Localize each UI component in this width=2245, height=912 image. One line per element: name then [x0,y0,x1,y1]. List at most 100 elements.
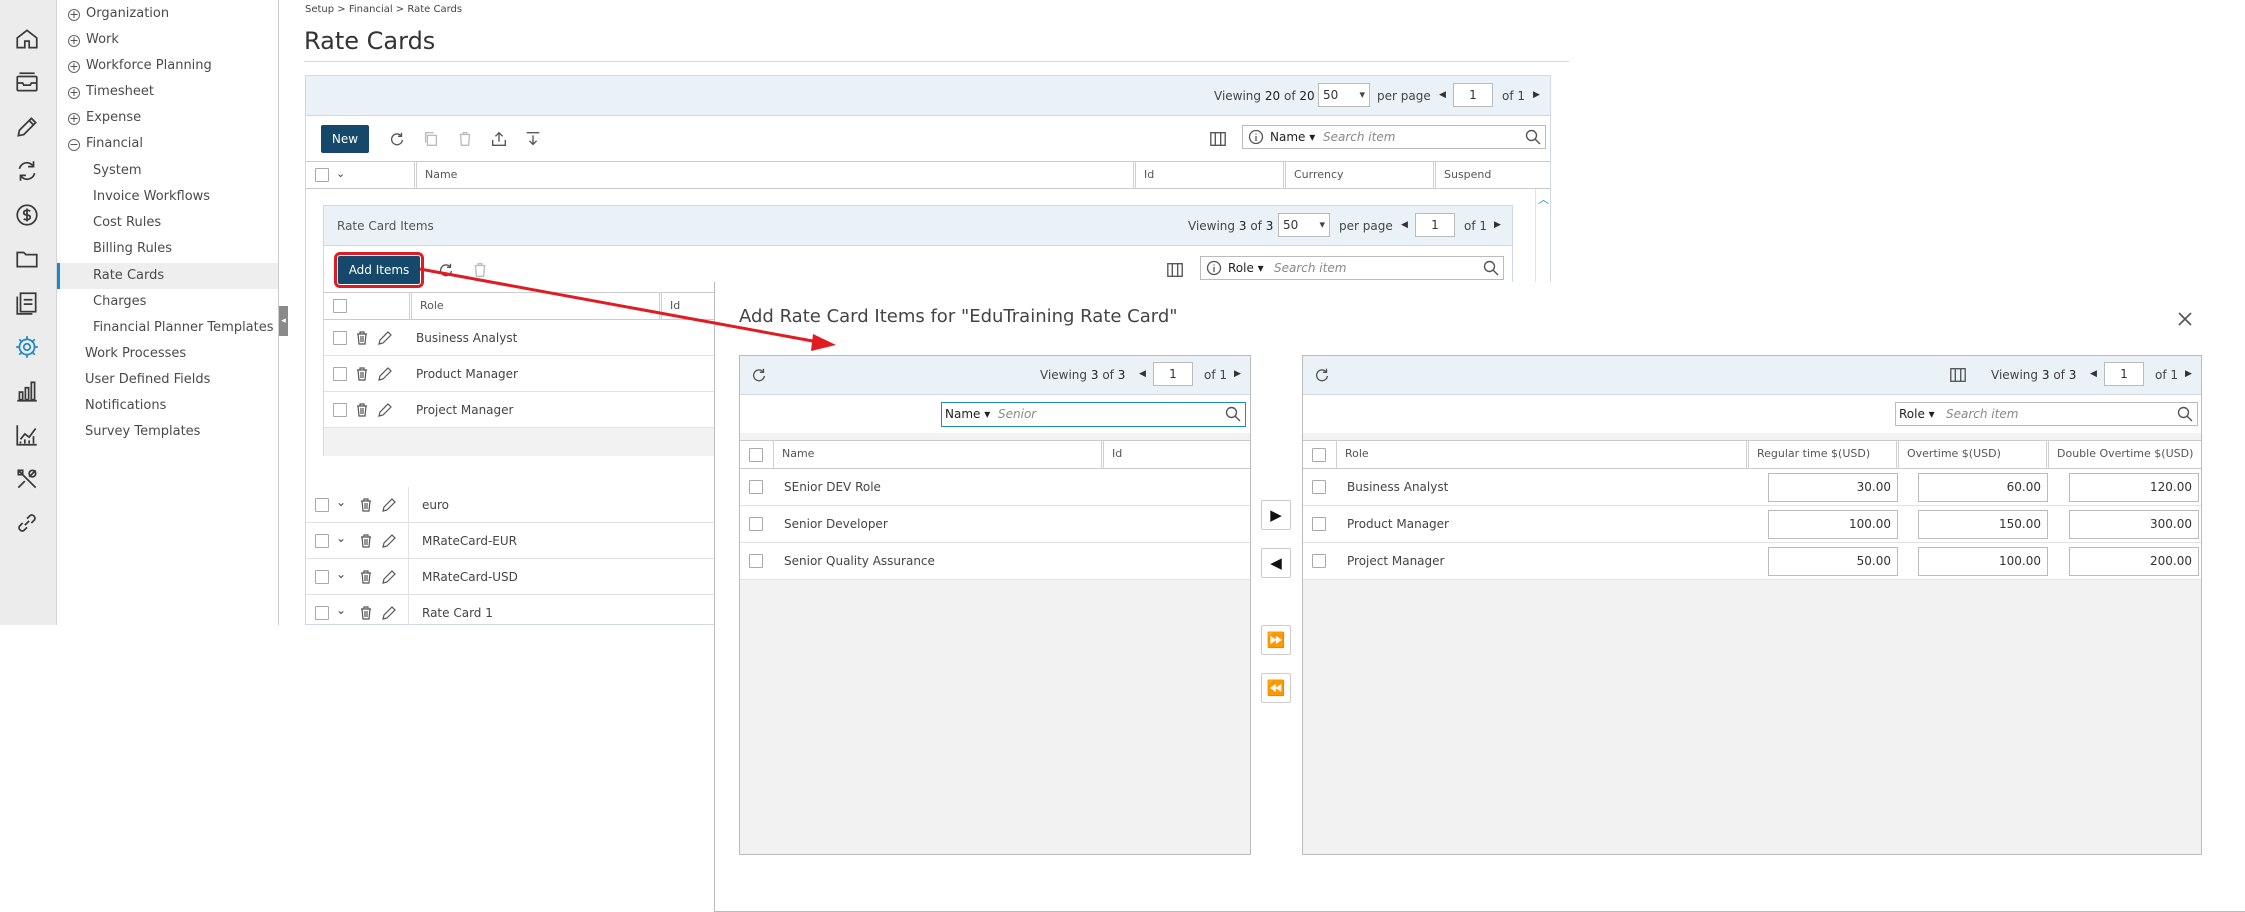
line-chart-icon[interactable] [14,422,40,448]
trash-icon[interactable] [354,330,370,346]
move-all-left-button[interactable]: ⏪ [1261,673,1291,703]
trash-icon[interactable] [354,366,370,382]
delete-icon[interactable] [456,130,474,148]
folder-icon[interactable] [14,246,40,272]
per-page-select[interactable]: 50 [1318,83,1370,107]
selected-search[interactable]: Role ▾ Search item [1895,402,2198,426]
row-checkbox[interactable] [1312,517,1326,531]
nav-item-invoice-workflows[interactable]: Invoice Workflows [93,189,210,204]
col-name[interactable]: Name [773,441,1131,468]
move-right-button[interactable]: ▶ [1261,500,1291,530]
row-checkbox[interactable] [1312,554,1326,568]
next-page-icon[interactable]: ▶ [1494,220,1501,230]
next-page-icon[interactable]: ▶ [2185,369,2192,379]
subgrid-search[interactable]: Role ▾ Search item [1200,256,1504,280]
table-row[interactable]: ⌄ MRateCard-USD [306,559,716,595]
search-icon[interactable] [1483,260,1499,276]
nav-group-work[interactable]: + Work [68,32,119,47]
chevron-down-icon[interactable]: ⌄ [336,531,346,545]
checklist-icon[interactable] [14,290,40,316]
col-name[interactable]: Name [414,162,1133,188]
collapse-nav-handle[interactable]: ◂ [279,306,288,336]
next-page-icon[interactable]: ▶ [1234,369,1241,379]
col-role[interactable]: Role [409,293,659,319]
available-search[interactable]: Name ▾ Senior [941,402,1246,427]
delete-icon[interactable] [471,261,489,279]
col-double-overtime[interactable]: Double Overtime $(USD) [2046,441,2201,468]
page-input[interactable]: 1 [1415,213,1455,237]
nav-item-cost-rules[interactable]: Cost Rules [93,215,161,230]
pencil-icon[interactable] [14,114,40,140]
row-checkbox[interactable] [333,331,347,345]
edit-icon[interactable] [381,497,397,513]
per-page-select[interactable]: 50 [1278,213,1330,237]
double-overtime-input[interactable]: 200.00 [2069,547,2199,576]
table-row[interactable]: Project Manager [324,392,724,428]
select-all-checkbox[interactable] [333,299,347,313]
columns-icon[interactable] [1949,366,1967,384]
edit-icon[interactable] [381,533,397,549]
refresh-icon[interactable] [437,261,455,279]
edit-icon[interactable] [381,569,397,585]
scroll-up-icon[interactable]: ︿ [1538,191,1549,207]
dollar-icon[interactable] [14,202,40,228]
nav-item-rate-cards[interactable]: Rate Cards [57,263,278,289]
copy-icon[interactable] [422,130,440,148]
col-id[interactable]: Id [1133,162,1283,188]
nav-group-financial[interactable]: − Financial [68,136,143,151]
nav-item-financial-planner-templates[interactable]: Financial Planner Templates [93,320,274,335]
select-all-checkbox[interactable] [1312,448,1326,462]
row-checkbox[interactable] [315,570,329,584]
nav-group-organization[interactable]: + Organization [68,6,169,21]
nav-item-work-processes[interactable]: Work Processes [85,346,186,361]
refresh-icon[interactable] [750,366,768,384]
row-checkbox[interactable] [749,480,763,494]
prev-page-icon[interactable]: ◀ [1139,369,1146,379]
double-overtime-input[interactable]: 300.00 [2069,510,2199,539]
table-row[interactable]: Business Analyst 30.00 60.00 120.00 [1303,469,2201,506]
nav-item-notifications[interactable]: Notifications [85,398,166,413]
row-checkbox[interactable] [333,403,347,417]
search-field-select[interactable]: Role ▾ [1899,403,1935,425]
nav-group-expense[interactable]: + Expense [68,110,141,125]
table-row[interactable]: Senior Developer [740,506,1250,543]
page-input[interactable]: 1 [1453,83,1493,107]
columns-icon[interactable] [1209,130,1227,148]
bar-chart-icon[interactable] [14,378,40,404]
col-currency[interactable]: Currency [1283,162,1433,188]
table-row[interactable]: ⌄ euro [306,487,716,523]
edit-icon[interactable] [381,605,397,621]
edit-icon[interactable] [377,366,393,382]
search-field-select[interactable]: Role ▾ [1228,257,1264,279]
nav-item-charges[interactable]: Charges [93,294,146,309]
close-icon[interactable] [2176,310,2194,328]
table-row[interactable]: ⌄ Rate Card 1 [306,595,716,625]
next-page-icon[interactable]: ▶ [1533,90,1540,100]
nav-item-survey-templates[interactable]: Survey Templates [85,424,200,439]
chevron-down-icon[interactable]: ⌄ [336,567,346,581]
search-field-select[interactable]: Name ▾ [945,403,990,425]
regular-time-input[interactable]: 100.00 [1768,510,1898,539]
gear-icon[interactable] [14,334,40,360]
trash-icon[interactable] [358,497,374,513]
grid-search[interactable]: Name ▾ Search item [1242,125,1546,149]
table-row[interactable]: SEnior DEV Role [740,469,1250,506]
trash-icon[interactable] [358,533,374,549]
tray-icon[interactable] [14,70,40,96]
regular-time-input[interactable]: 30.00 [1768,473,1898,502]
new-button[interactable]: New [321,125,369,153]
overtime-input[interactable]: 60.00 [1918,473,2048,502]
chevron-down-icon[interactable]: ⌄ [336,495,346,509]
search-icon[interactable] [1525,129,1541,145]
prev-page-icon[interactable]: ◀ [2090,369,2097,379]
row-checkbox[interactable] [749,517,763,531]
row-checkbox[interactable] [333,367,347,381]
row-checkbox[interactable] [315,534,329,548]
search-icon[interactable] [1225,406,1241,422]
export-icon[interactable] [490,130,508,148]
move-left-button[interactable]: ◀ [1261,548,1291,578]
table-row[interactable]: Project Manager 50.00 100.00 200.00 [1303,543,2201,580]
col-role[interactable]: Role [1336,441,1746,468]
col-id[interactable]: Id [1101,441,1250,468]
import-icon[interactable] [524,130,542,148]
